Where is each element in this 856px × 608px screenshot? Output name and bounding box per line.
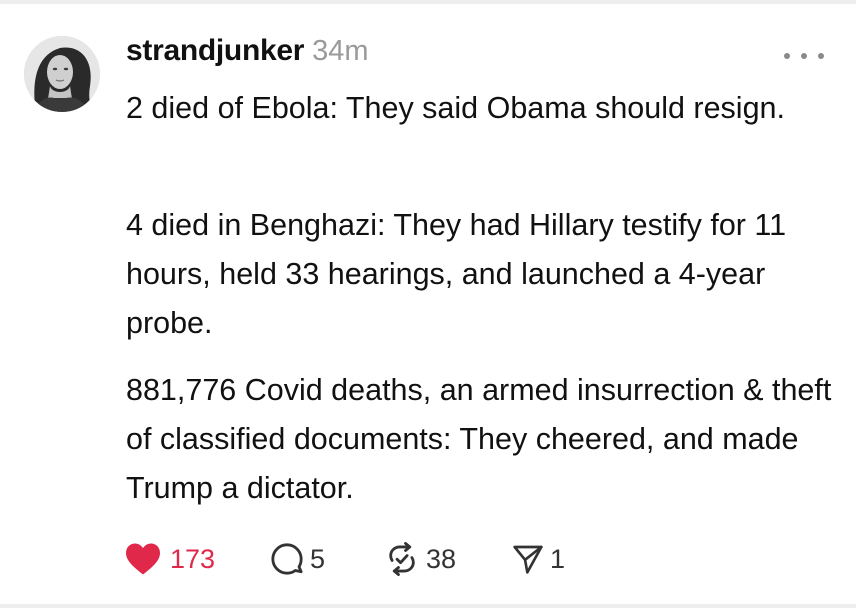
comment-icon	[271, 543, 303, 575]
post-timestamp: 34m	[312, 35, 369, 67]
more-dot	[784, 53, 790, 59]
like-button[interactable]: 173	[124, 536, 215, 582]
share-count: 1	[550, 543, 566, 574]
avatar[interactable]	[24, 36, 100, 112]
bottom-divider	[0, 604, 856, 608]
reply-button[interactable]: 5	[270, 536, 325, 582]
avatar-photo	[24, 36, 100, 112]
repost-icon	[389, 542, 415, 576]
post-header: strandjunker 34m	[126, 34, 369, 78]
send-icon	[513, 545, 543, 574]
reply-count: 5	[310, 543, 326, 574]
like-count: 173	[170, 543, 216, 574]
post-paragraph: 881,776 Covid deaths, an armed insurrect…	[126, 373, 832, 505]
post: strandjunker 34m 2 died of Ebola: They s…	[0, 0, 856, 608]
author-name[interactable]: strandjunker	[126, 34, 304, 68]
repost-button[interactable]: 38	[384, 536, 456, 582]
heart-icon	[126, 543, 160, 575]
post-paragraph: 4 died in Benghazi: They had Hillary tes…	[126, 208, 787, 340]
more-dot	[818, 53, 824, 59]
more-options-icon[interactable]	[784, 44, 824, 68]
repost-count: 38	[426, 543, 457, 574]
action-bar: 173 5 38 1	[124, 536, 724, 582]
share-button[interactable]: 1	[512, 536, 565, 582]
post-paragraph: 2 died of Ebola: They said Obama should …	[126, 91, 785, 125]
more-dot	[801, 53, 807, 59]
